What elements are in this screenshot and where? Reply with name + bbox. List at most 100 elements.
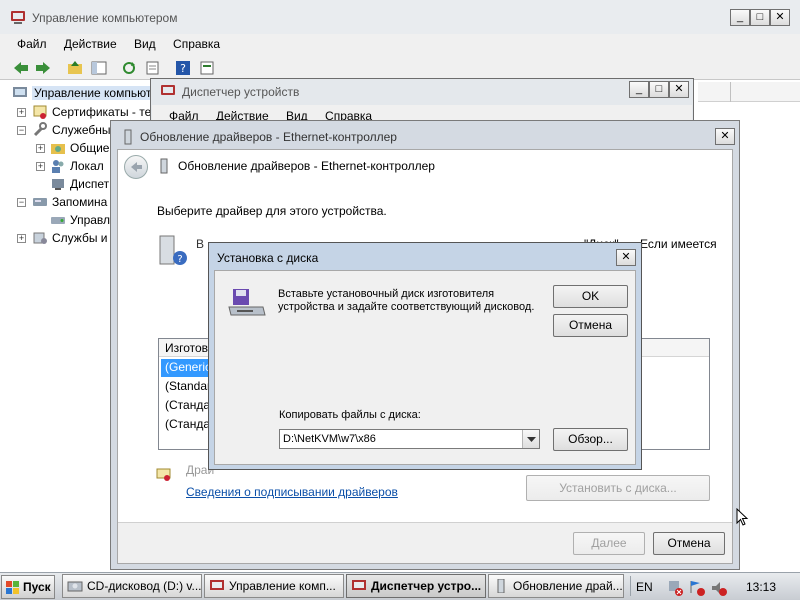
dm-maximize-button[interactable]: □	[649, 81, 669, 98]
main-menu-file[interactable]: Файл	[17, 37, 47, 51]
taskbar-item-label: CD-дисковод (D:) v...	[87, 579, 202, 593]
mouse-cursor-icon	[736, 508, 749, 526]
tree-expander-icon[interactable]: +	[36, 162, 45, 171]
windows-logo-icon	[6, 581, 19, 594]
start-button[interactable]: Пуск	[1, 575, 55, 599]
taskbar-item-label: Управление комп...	[229, 579, 336, 593]
update-driver-title: Обновление драйверов - Ethernet-контролл…	[140, 130, 397, 144]
driver-signing-link[interactable]: Сведения о подписывании драйверов	[186, 485, 398, 499]
tray-volume-icon[interactable]	[710, 579, 728, 597]
tray-divider	[630, 576, 631, 596]
install-from-disk-title: Установка с диска	[217, 251, 319, 265]
tree-item-storage[interactable]: Запомина	[52, 195, 107, 209]
tray-network-icon[interactable]	[666, 579, 684, 597]
taskbar-item-device-manager[interactable]: Диспетчер устро...	[346, 574, 486, 598]
back-button[interactable]	[124, 155, 148, 179]
export-list-icon[interactable]	[144, 60, 162, 76]
show-hide-tree-icon[interactable]	[90, 60, 108, 76]
clock[interactable]: 13:13	[746, 580, 776, 594]
manufacturer-list-item[interactable]: (Generic	[161, 359, 211, 377]
tree-item-computer-management[interactable]: Управление компьют	[32, 86, 154, 100]
wizard-desc-right-2: Если имеется	[640, 237, 717, 251]
install-from-disk-button[interactable]: Установить с диска...	[526, 475, 710, 501]
svg-text:?: ?	[180, 62, 186, 75]
main-title-bar[interactable]: Управление компьютером _ □ ✕	[0, 0, 800, 34]
manufacturer-list-item[interactable]: (Станда	[165, 398, 210, 412]
column-divider[interactable]	[730, 82, 731, 102]
browse-button[interactable]: Обзор...	[553, 428, 628, 451]
next-button[interactable]: Далее	[573, 532, 645, 555]
disk-cancel-button[interactable]: Отмена	[553, 314, 628, 337]
language-indicator[interactable]: EN	[636, 580, 653, 594]
network-adapter-icon	[497, 579, 505, 593]
taskbar-item-label: Диспетчер устро...	[371, 579, 482, 593]
path-input[interactable]: D:\NetKVM\w7\x86	[283, 433, 376, 445]
tray-action-center-icon[interactable]	[688, 579, 706, 597]
update-driver-close-button[interactable]: ✕	[715, 128, 735, 145]
device-manager-icon	[52, 179, 64, 190]
main-maximize-button[interactable]: □	[750, 9, 770, 26]
help-icon[interactable]: ?	[174, 60, 192, 76]
tree-expander-icon[interactable]: +	[36, 144, 45, 153]
computer-management-icon	[210, 580, 224, 590]
device-manager-title: Диспетчер устройств	[182, 85, 300, 99]
copy-from-label: Копировать файлы с диска:	[279, 409, 421, 421]
manufacturer-list-item[interactable]: (Станда	[165, 417, 210, 431]
taskbar-item-computer-management[interactable]: Управление комп...	[204, 574, 344, 598]
main-minimize-button[interactable]: _	[730, 9, 750, 26]
network-adapter-icon	[124, 129, 132, 145]
wizard-footer-divider	[118, 522, 732, 523]
dm-close-button[interactable]: ✕	[669, 81, 689, 98]
tree-item-system-tools[interactable]: Служебны	[52, 123, 111, 137]
services-apps-icon	[33, 232, 47, 244]
main-close-button[interactable]: ✕	[770, 9, 790, 26]
disk-management-icon	[51, 217, 65, 224]
chevron-down-icon	[527, 437, 536, 442]
wizard-cancel-button[interactable]: Отмена	[653, 532, 725, 555]
up-folder-icon[interactable]	[66, 60, 84, 76]
taskbar-item-update-driver[interactable]: Обновление драй...	[488, 574, 624, 598]
tree-expander-icon[interactable]: +	[17, 108, 26, 117]
main-menu-action[interactable]: Действие	[64, 37, 117, 51]
disk-message-line-1: Вставьте установочный диск изготовителя	[278, 288, 495, 300]
system-tray: 13:13	[660, 574, 800, 600]
tree-item-device-manager[interactable]: Диспет	[70, 177, 109, 191]
disk-dialog-close-button[interactable]: ✕	[616, 249, 636, 266]
tree-item-disk-management[interactable]: Управл	[70, 213, 110, 227]
taskbar-item-cd-drive[interactable]: CD-дисковод (D:) v...	[62, 574, 202, 598]
tree-item-certificates[interactable]: Сертификаты - те	[52, 105, 151, 119]
tree-item-services-apps[interactable]: Службы и	[52, 231, 108, 245]
disk-message-line-2: устройства и задайте соответствующий дис…	[278, 301, 535, 313]
refresh-icon[interactable]	[120, 60, 138, 76]
tree-item-local-users[interactable]: Локал	[70, 159, 104, 173]
path-combobox[interactable]: D:\NetKVM\w7\x86	[279, 429, 540, 449]
dm-minimize-button[interactable]: _	[629, 81, 649, 98]
tree-item-shared-folders[interactable]: Общие	[70, 141, 109, 155]
install-from-disk-dialog: Установка с диска ✕ Вставьте установочны…	[208, 242, 642, 470]
local-users-icon	[52, 160, 64, 173]
forward-arrow-icon[interactable]	[34, 60, 52, 76]
computer-question-icon: ?	[159, 235, 187, 265]
path-dropdown-button[interactable]	[522, 430, 539, 448]
ok-button[interactable]: OK	[553, 285, 628, 308]
wizard-desc-left: В	[196, 237, 205, 251]
manufacturer-list-item[interactable]: (Standar	[165, 379, 211, 393]
storage-icon	[33, 198, 47, 206]
manufacturer-column-label: Изготов	[165, 341, 209, 355]
main-window-title: Управление компьютером	[32, 11, 178, 25]
cd-drive-icon	[67, 581, 83, 592]
back-arrow-icon	[131, 162, 142, 172]
start-label: Пуск	[23, 580, 51, 594]
shared-folders-icon	[51, 144, 65, 154]
wizard-prompt: Выберите драйвер для этого устройства.	[157, 204, 387, 218]
computer-management-icon	[11, 11, 25, 24]
back-arrow-icon[interactable]	[12, 60, 30, 76]
main-menu-help[interactable]: Справка	[173, 37, 220, 51]
properties-icon[interactable]	[198, 60, 216, 76]
tree-expander-icon[interactable]: −	[17, 198, 26, 207]
main-menu-view[interactable]: Вид	[134, 37, 156, 51]
certificate-icon	[156, 468, 171, 481]
tree-expander-icon[interactable]: +	[17, 234, 26, 243]
main-menu-bar: Файл Действие Вид Справка	[0, 34, 800, 56]
tree-expander-icon[interactable]: −	[17, 126, 26, 135]
